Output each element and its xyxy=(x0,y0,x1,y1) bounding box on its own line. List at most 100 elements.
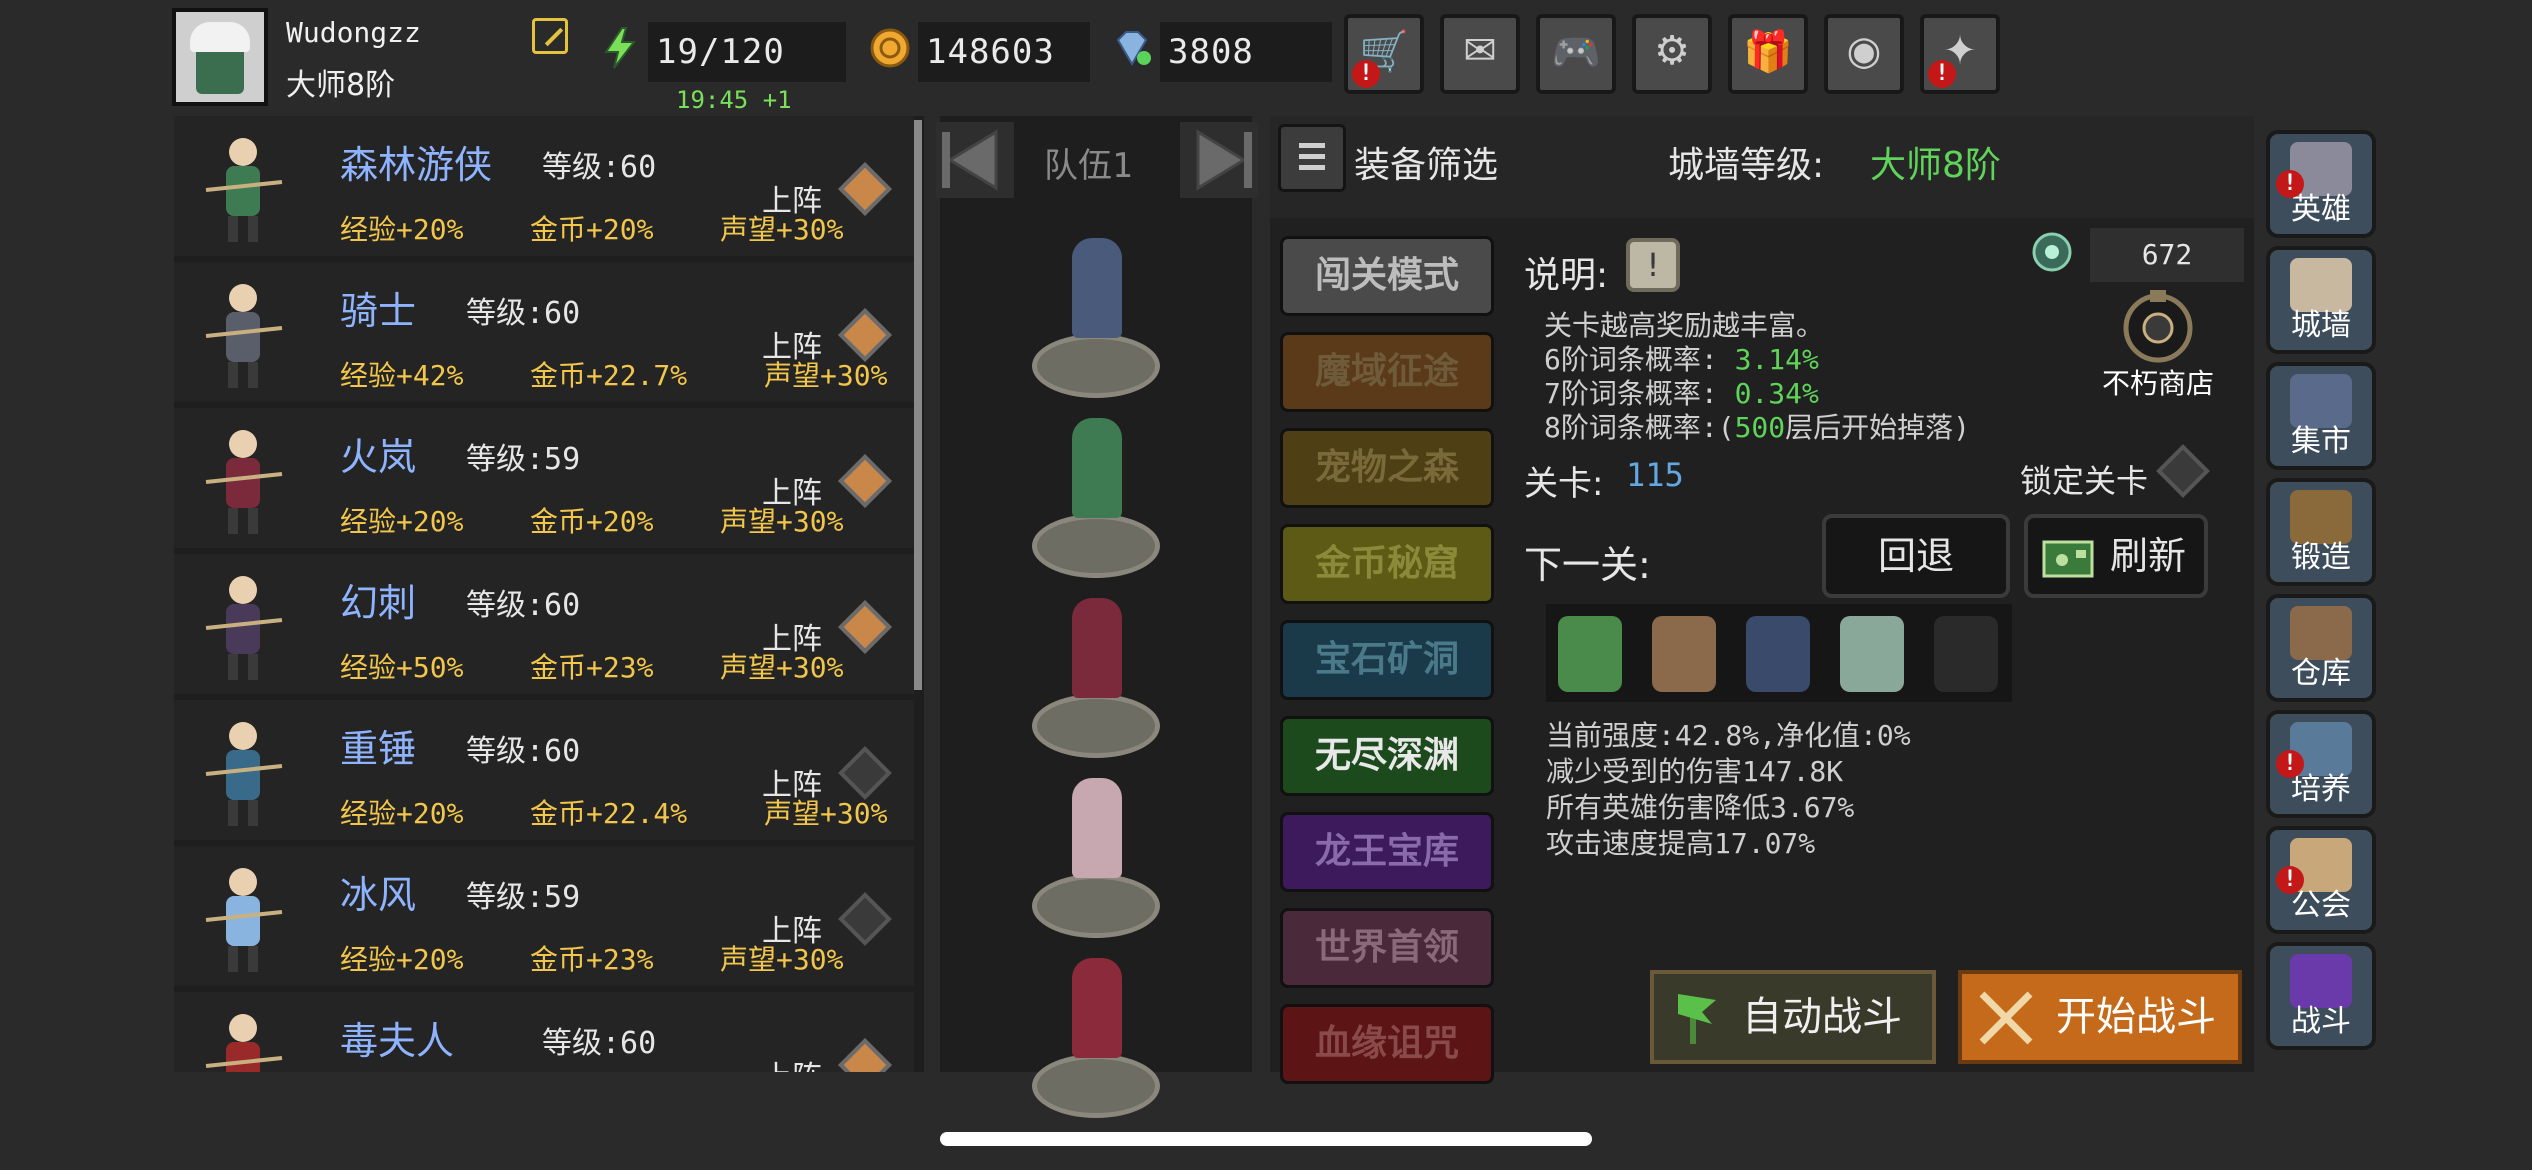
deploy-toggle[interactable] xyxy=(838,600,892,654)
team-next-arrow-icon[interactable] xyxy=(1178,120,1260,200)
mode-button[interactable]: 金币秘窟 xyxy=(1280,524,1494,604)
mode-button[interactable]: 宝石矿洞 xyxy=(1280,620,1494,700)
deploy-toggle[interactable] xyxy=(838,454,892,508)
hero-row[interactable]: 森林游侠 等级:60 经验+20% 金币+20% 声望+30% 上阵 xyxy=(174,116,914,256)
side-nav-label: 集市 xyxy=(2291,424,2351,459)
energy-counter: 19/120 xyxy=(648,22,846,82)
immortal-shop-label[interactable]: 不朽商店 xyxy=(2102,362,2214,402)
equipment-filter-label[interactable]: 装备筛选 xyxy=(1354,136,1498,188)
hero-name: 火岚 xyxy=(340,435,417,479)
hero-name: 毒夫人 xyxy=(340,1019,455,1063)
hero-sprite-icon xyxy=(205,430,283,534)
team-hero-sprite-icon[interactable] xyxy=(1072,598,1122,698)
energy-icon xyxy=(604,27,637,69)
deploy-label: 上阵 xyxy=(762,768,822,803)
hero-row[interactable]: 火岚 等级:59 经验+20% 金币+20% 声望+30% 上阵 xyxy=(174,408,914,548)
mode-button[interactable]: 宠物之森 xyxy=(1280,428,1494,508)
side-nav-label: 锻造 xyxy=(2291,540,2351,575)
team-prev-arrow-icon[interactable] xyxy=(934,120,1016,200)
gem-counter: 3808 xyxy=(1160,22,1332,82)
hero-exp-bonus: 经验+20% xyxy=(340,213,464,246)
mode-button[interactable]: 无尽深渊 xyxy=(1280,716,1494,796)
dark-knight-enemy-icon xyxy=(1746,616,1810,692)
back-button[interactable]: 回退 xyxy=(1822,514,2010,598)
tier8-value: 500 xyxy=(1734,411,1786,444)
hero-list-scrollbar[interactable] xyxy=(914,120,922,690)
refresh-button[interactable]: 刷新 xyxy=(2024,514,2208,598)
color-wheel-icon: ◉ xyxy=(1846,28,1882,74)
alert-badge-icon: ! xyxy=(2276,750,2304,778)
edit-profile-icon[interactable] xyxy=(532,18,568,54)
hero-row[interactable]: 重锤 等级:60 经验+20% 金币+22.4% 声望+30% 上阵 xyxy=(174,700,914,840)
cart-button[interactable]: 🛒! xyxy=(1344,14,1424,94)
start-battle-label: 开始战斗 xyxy=(2056,994,2216,1040)
auto-battle-button[interactable]: 自动战斗 xyxy=(1650,970,1936,1064)
mode-button[interactable]: 龙王宝库 xyxy=(1280,812,1494,892)
hero-gold-bonus: 金币+23% xyxy=(530,651,654,684)
team-hero-sprite-icon[interactable] xyxy=(1072,418,1122,518)
mode-button[interactable]: 血缘诅咒 xyxy=(1280,1004,1494,1084)
hero-level: 等级:60 xyxy=(466,588,581,623)
mode-button[interactable]: 世界首领 xyxy=(1280,908,1494,988)
gamepad-button[interactable]: 🎮 xyxy=(1536,14,1616,94)
deploy-toggle[interactable] xyxy=(838,162,892,216)
hero-list[interactable]: 森林游侠 等级:60 经验+20% 金币+20% 声望+30% 上阵 骑士 等级:60 经验+4… xyxy=(174,116,924,1072)
hero-sprite-icon xyxy=(205,138,283,242)
team-hero-sprite-icon[interactable] xyxy=(1072,778,1122,878)
gift-button[interactable]: 🎁 xyxy=(1728,14,1808,94)
side-nav-button[interactable]: 城墙 xyxy=(2266,246,2376,354)
player-avatar[interactable] xyxy=(172,8,268,106)
side-nav-button[interactable]: 锻造 xyxy=(2266,478,2376,586)
start-battle-button[interactable]: 开始战斗 xyxy=(1958,970,2242,1064)
team-slot-pedestal[interactable] xyxy=(1032,334,1160,398)
auto-battle-label: 自动战斗 xyxy=(1742,994,1902,1040)
side-nav-button[interactable]: 英雄! xyxy=(2266,130,2376,238)
alert-badge-icon: ! xyxy=(1352,60,1380,88)
stage-value: 115 xyxy=(1626,456,1684,494)
side-nav-button[interactable]: 公会! xyxy=(2266,826,2376,934)
hero-name: 幻刺 xyxy=(340,581,417,625)
hero-row[interactable]: 骑士 等级:60 经验+42% 金币+22.7% 声望+30% 上阵 xyxy=(174,262,914,402)
tier8-label: 8阶词条概率:( xyxy=(1544,411,1735,444)
stage-effect-line: 当前强度:42.8%,净化值:0% xyxy=(1546,719,1911,752)
panther-enemy-icon xyxy=(1934,616,1998,692)
deploy-label: 上阵 xyxy=(762,330,822,365)
team-hero-sprite-icon[interactable] xyxy=(1072,958,1122,1058)
hero-gold-bonus: 金币+20% xyxy=(530,213,654,246)
mode-button[interactable]: 魔域征途 xyxy=(1280,332,1494,412)
side-nav-button[interactable]: 战斗 xyxy=(2266,942,2376,1050)
stage-effect-line: 所有英雄伤害降低3.67% xyxy=(1546,791,1855,824)
team-slot-pedestal[interactable] xyxy=(1032,874,1160,938)
minotaur-enemy-icon xyxy=(1652,616,1716,692)
team-slot-pedestal[interactable] xyxy=(1032,514,1160,578)
hero-row[interactable]: 毒夫人 等级:60 上阵 xyxy=(174,992,914,1072)
mode-button[interactable]: 闯关模式 xyxy=(1280,236,1494,316)
color-wheel-button[interactable]: ◉ xyxy=(1824,14,1904,94)
hero-name: 冰风 xyxy=(340,873,417,917)
side-nav-button[interactable]: 培养! xyxy=(2266,710,2376,818)
hero-exp-bonus: 经验+20% xyxy=(340,797,464,830)
hero-gold-bonus: 金币+20% xyxy=(530,505,654,538)
deploy-toggle[interactable] xyxy=(838,1038,892,1072)
hero-gold-bonus: 金币+22.4% xyxy=(530,797,688,830)
hero-level: 等级:59 xyxy=(466,442,581,477)
serpent-enemy-icon xyxy=(1840,616,1904,692)
mail-button[interactable]: ✉ xyxy=(1440,14,1520,94)
team-slot-pedestal[interactable] xyxy=(1032,1054,1160,1118)
gift-icon: 🎁 xyxy=(1743,29,1793,75)
hero-level: 等级:60 xyxy=(466,734,581,769)
hero-name: 森林游侠 xyxy=(340,143,493,187)
help-icon[interactable]: ! xyxy=(1626,238,1680,292)
home-indicator[interactable] xyxy=(940,1132,1592,1146)
side-nav-button[interactable]: 仓库 xyxy=(2266,594,2376,702)
team-slot-pedestal[interactable] xyxy=(1032,694,1160,758)
menu-lines-icon xyxy=(1299,143,1325,171)
gear-button[interactable]: ⚙ xyxy=(1632,14,1712,94)
firework-button[interactable]: ✦! xyxy=(1920,14,2000,94)
hero-row[interactable]: 幻刺 等级:60 经验+50% 金币+23% 声望+30% 上阵 xyxy=(174,554,914,694)
filter-menu-button[interactable] xyxy=(1278,124,1346,192)
team-hero-sprite-icon[interactable] xyxy=(1072,238,1122,338)
deploy-toggle[interactable] xyxy=(838,892,892,946)
side-nav-button[interactable]: 集市 xyxy=(2266,362,2376,470)
hero-row[interactable]: 冰风 等级:59 经验+20% 金币+23% 声望+30% 上阵 xyxy=(174,846,914,986)
